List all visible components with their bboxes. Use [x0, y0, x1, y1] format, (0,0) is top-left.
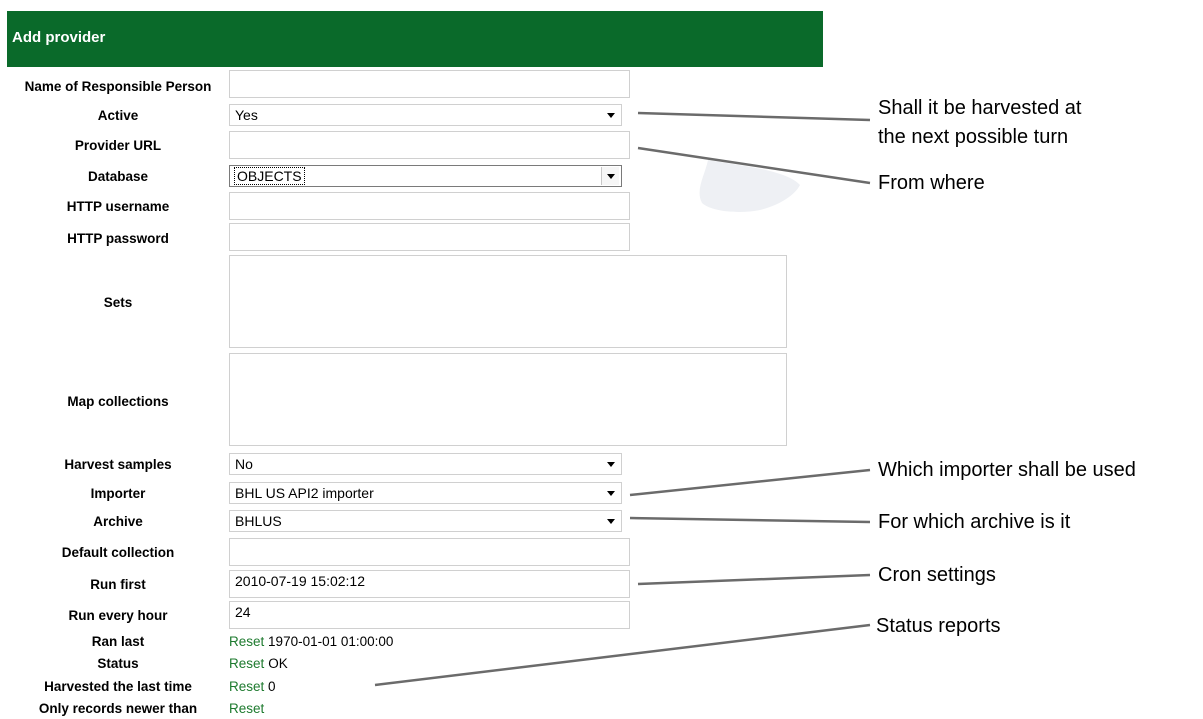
- note-harvest-next-line1: Shall it be harvested at: [878, 97, 1082, 119]
- annotation-line-importer: [629, 468, 871, 497]
- note-which-importer: Which importer shall be used: [878, 459, 1136, 481]
- annotation-line-status: [374, 623, 871, 687]
- note-which-archive: For which archive is it: [878, 511, 1071, 533]
- annotation-line-archive: [629, 516, 871, 524]
- note-cron: Cron settings: [878, 564, 996, 586]
- note-from-where: From where: [878, 172, 985, 194]
- note-harvest-next-line2: the next possible turn: [878, 126, 1069, 148]
- annotation-line-cron: [637, 573, 871, 586]
- annotation-line-harvest-next: [637, 111, 871, 122]
- note-status-reports: Status reports: [876, 615, 1001, 637]
- watermark-shape: [699, 160, 800, 212]
